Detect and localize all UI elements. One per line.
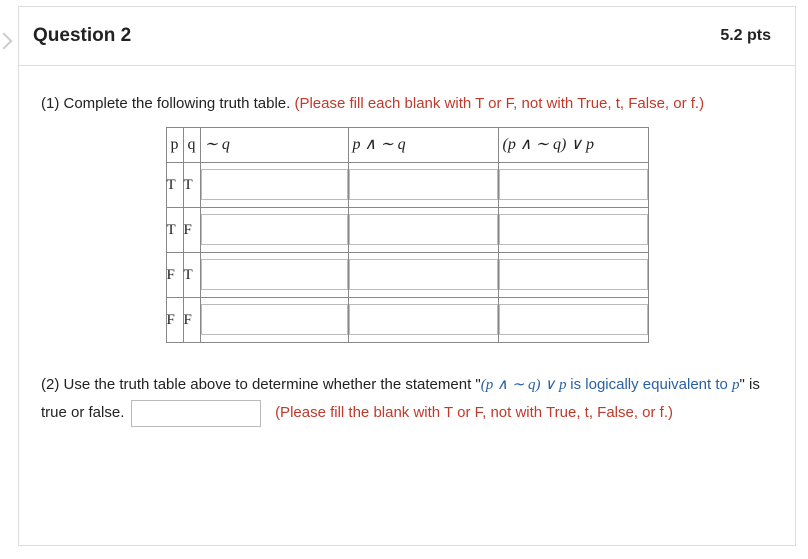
table-row: T T <box>166 162 648 207</box>
input-r2-final[interactable] <box>499 259 648 290</box>
table-row: F T <box>166 252 648 297</box>
table-header-row: p q ∼ q p ∧ ∼ q (p ∧ ∼ q) ∨ p <box>166 127 648 162</box>
hdr-notq: ∼ q <box>200 127 348 162</box>
hdr-final: (p ∧ ∼ q) ∨ p <box>498 127 648 162</box>
hdr-p: p <box>166 127 183 162</box>
input-r1-pandnotq[interactable] <box>349 214 498 245</box>
cell-q: F <box>183 297 200 342</box>
truth-table: p q ∼ q p ∧ ∼ q (p ∧ ∼ q) ∨ p T T T F <box>166 127 649 343</box>
input-r3-final[interactable] <box>499 304 648 335</box>
question-points: 5.2 pts <box>720 27 771 45</box>
cell-q: T <box>183 162 200 207</box>
input-r0-final[interactable] <box>499 169 648 200</box>
q2-prompt: (2) Use the truth table above to determi… <box>41 371 773 428</box>
table-row: T F <box>166 207 648 252</box>
q1-prompt: (1) Complete the following truth table. … <box>41 90 773 119</box>
question-title: Question 2 <box>33 25 131 47</box>
question-card: Question 2 5.2 pts (1) Complete the foll… <box>18 6 796 546</box>
cell-q: T <box>183 252 200 297</box>
question-body: (1) Complete the following truth table. … <box>19 66 795 452</box>
chevron-right-icon <box>0 33 12 50</box>
input-r3-pandnotq[interactable] <box>349 304 498 335</box>
cell-p: T <box>166 162 183 207</box>
input-r1-final[interactable] <box>499 214 648 245</box>
q1-prefix: (1) Complete the following truth table. <box>41 95 294 112</box>
input-r2-pandnotq[interactable] <box>349 259 498 290</box>
input-q2-answer[interactable] <box>131 400 261 427</box>
cell-p: F <box>166 252 183 297</box>
input-r3-notq[interactable] <box>201 304 348 335</box>
q1-instruction: (Please fill each blank with T or F, not… <box>294 95 704 112</box>
cell-p: T <box>166 207 183 252</box>
q2-expr: (p ∧ ∼ q) ∨ p <box>481 377 571 393</box>
input-r2-notq[interactable] <box>201 259 348 290</box>
cell-q: F <box>183 207 200 252</box>
question-header: Question 2 5.2 pts <box>19 7 795 66</box>
expand-chevron[interactable] <box>0 34 10 52</box>
q2-prefix: (2) Use the truth table above to determi… <box>41 376 481 393</box>
q2-instruction: (Please fill the blank with T or F, not … <box>275 404 673 421</box>
input-r1-notq[interactable] <box>201 214 348 245</box>
input-r0-pandnotq[interactable] <box>349 169 498 200</box>
q2-p: p <box>732 377 740 393</box>
q2-mid1: is logically equivalent to <box>570 376 732 393</box>
table-row: F F <box>166 297 648 342</box>
cell-p: F <box>166 297 183 342</box>
hdr-q: q <box>183 127 200 162</box>
input-r0-notq[interactable] <box>201 169 348 200</box>
hdr-pandnotq: p ∧ ∼ q <box>348 127 498 162</box>
